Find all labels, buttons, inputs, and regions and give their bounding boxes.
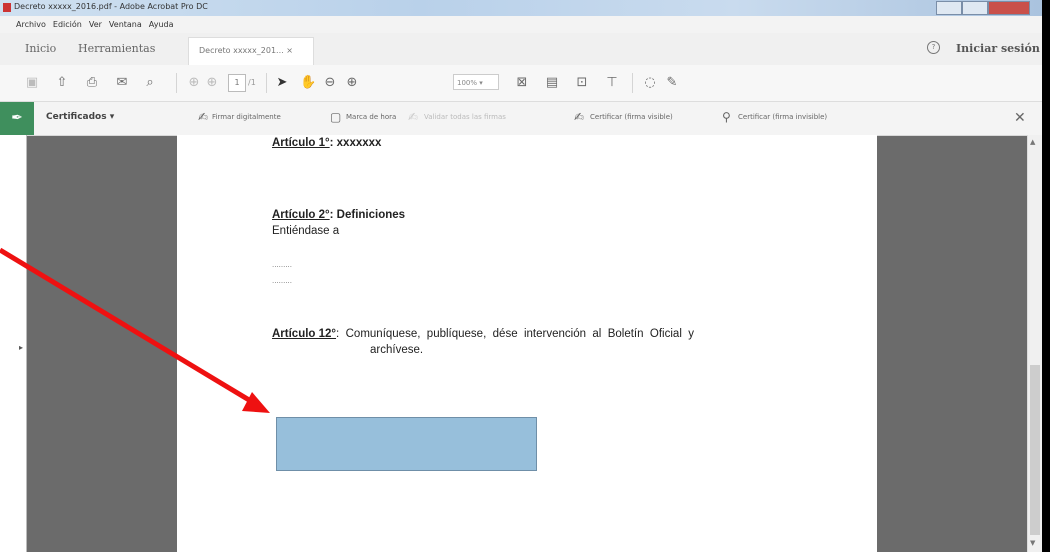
arrow-head [242,392,270,413]
scrollbar-thumb[interactable] [1030,365,1040,535]
scroll-down-icon[interactable]: ▼ [1030,539,1035,547]
scroll-up-icon[interactable]: ▲ [1030,138,1035,146]
screen-edge [1042,0,1050,552]
vertical-scrollbar[interactable]: ▲ ▼ [1027,135,1043,552]
annotation-arrow [0,247,270,413]
arrow-shaft [0,247,256,406]
